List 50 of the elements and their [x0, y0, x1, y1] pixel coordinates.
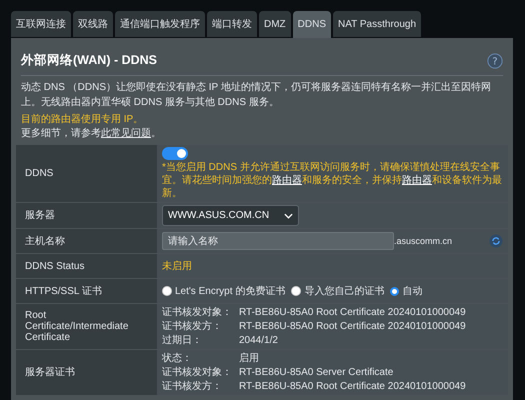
radio-button[interactable] — [291, 286, 302, 296]
row-label: DDNS Status — [16, 254, 157, 278]
radio-option[interactable]: 导入您自己的证书 — [291, 284, 384, 298]
field-label: 证书核发方： — [162, 320, 223, 333]
refresh-icon[interactable] — [489, 234, 503, 248]
chevron-down-icon — [284, 212, 293, 218]
help-mark: ? — [492, 56, 498, 68]
field-label: 过期日： — [162, 334, 203, 347]
tab[interactable]: 通信端口触发程序 — [115, 11, 205, 37]
row-label: 服务器 — [16, 203, 157, 228]
faq-link[interactable]: 此常见问题 — [101, 128, 151, 139]
field-label: 证书核发对象： — [162, 306, 233, 319]
row-label: DDNS — [16, 145, 157, 202]
field-value: RT-BE86U-85A0 Root Certificate 20240101000049 — [239, 380, 467, 393]
more-info-end: 。 — [151, 128, 161, 139]
router-link[interactable]: 路由器 — [402, 175, 432, 186]
tab[interactable]: DDNS — [292, 11, 332, 38]
row-label: HTTPS/SSL 证书 — [16, 279, 157, 303]
tab[interactable]: 互联网连接 — [11, 11, 71, 37]
warning-text: *当您启用 DDNS 并允许通过互联网访问服务时，请确保谨慎处理在线安全事宜。请花些时间加强您的路由器和服务的安全，并保持路由器和设备软件为最新。 — [162, 161, 503, 200]
domain-suffix: .asuscomm.cn — [394, 236, 452, 246]
radio-option[interactable]: 自动 — [390, 284, 422, 298]
help-icon[interactable]: ? — [487, 52, 503, 68]
toggle-switch[interactable] — [162, 147, 188, 160]
row-label: Root Certificate/Intermediate Certificate — [16, 304, 157, 349]
tab[interactable]: DMZ — [259, 11, 291, 37]
field-label: 证书核发对象： — [162, 366, 233, 379]
field-value: RT-BE86U-85A0 Server Certificate — [239, 366, 394, 379]
notice-text: 目前的路由器使用专用 IP。 — [21, 113, 144, 127]
tab[interactable]: NAT Passthrough — [333, 11, 422, 37]
field-label: 状态： — [162, 352, 193, 365]
radio-button[interactable] — [162, 286, 172, 296]
server-dropdown[interactable]: WWW.ASUS.COM.CN — [162, 205, 299, 226]
field-label: 证书核发方： — [162, 380, 223, 393]
row-label: 服务器证书 — [16, 350, 157, 395]
row-label: 主机名称 — [16, 229, 157, 253]
description-text: 动态 DNS （DDNS）让您即使在没有静态 IP 地址的情况下，仍可将服务器连同特有名称一并汇出至因特网上。无线路由器内置华硕 DDNS 服务与其他 DDNS 服务。 — [21, 80, 492, 110]
field-value: RT-BE86U-85A0 Root Certificate 20240101000049 — [239, 306, 467, 319]
field-value: RT-BE86U-85A0 Root Certificate 20240101000049 — [239, 320, 467, 333]
tab[interactable]: 双线路 — [73, 11, 113, 37]
page-title: 外部网络(WAN) - DDNS — [21, 52, 158, 69]
more-info-text: 更多细节，请参考 — [21, 128, 101, 139]
field-value: 2044/1/2 — [239, 334, 279, 347]
hostname-field[interactable]: 请输入名称 — [162, 232, 394, 250]
field-value: 启用 — [239, 352, 260, 365]
radio-option[interactable]: Let's Encrypt 的免费证书 — [162, 284, 286, 298]
tab[interactable]: 端口转发 — [207, 11, 257, 37]
router-link[interactable]: 路由器 — [272, 175, 302, 186]
status-value: 未启用 — [162, 260, 193, 273]
radio-button[interactable] — [390, 286, 400, 296]
